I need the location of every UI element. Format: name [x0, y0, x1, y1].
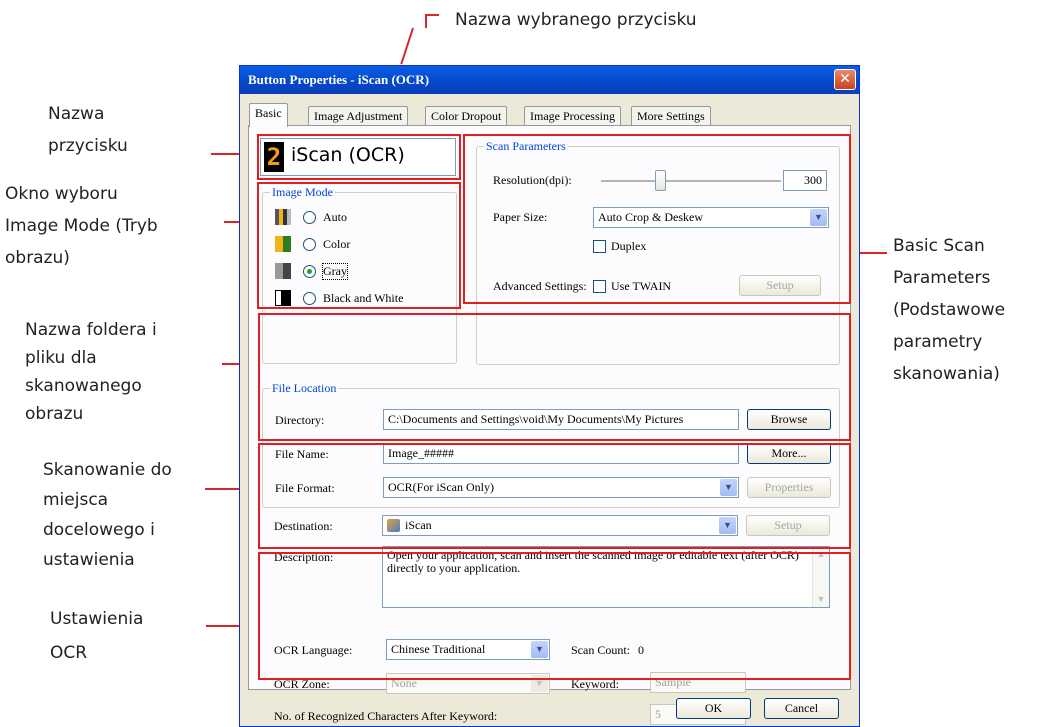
tab-image-processing[interactable]: Image Processing — [524, 106, 621, 126]
callout-destination: Skanowanie do miejsca docelowego i ustaw… — [43, 456, 172, 574]
callout-line: parametry — [893, 332, 983, 352]
callout-line: obrazu) — [5, 248, 70, 268]
callout-line: docelowego i — [43, 520, 155, 540]
tab-color-dropout[interactable]: Color Dropout — [425, 106, 508, 126]
callout-line: Nazwa foldera i — [25, 320, 157, 340]
callout-line: przycisku — [48, 136, 128, 156]
tab-more-settings[interactable]: More Settings — [631, 106, 711, 126]
highlight-ocr — [258, 552, 851, 680]
highlight-scan-parameters — [463, 134, 851, 304]
highlight-file-location — [258, 313, 851, 441]
callout-top-leader-diag — [400, 27, 414, 65]
recognized-chars-label: No. of Recognized Characters After Keywo… — [274, 709, 498, 723]
callout-line: OCR — [50, 643, 88, 663]
callout-line: pliku dla — [25, 348, 97, 368]
callout-line: Skanowanie do — [43, 460, 172, 480]
highlight-button-name — [257, 134, 461, 180]
callout-button-name: Nazwa przycisku — [48, 100, 128, 160]
callout-line: skanowanego — [25, 376, 142, 396]
callout-line: skanowania) — [893, 364, 1000, 384]
callout-image-mode: Okno wyboru Image Mode (Tryb obrazu) — [5, 180, 158, 272]
callout-line: Okno wyboru — [5, 184, 118, 204]
callout-top-leader — [425, 14, 439, 16]
window-title: Button Properties - iScan (OCR) — [248, 72, 430, 87]
cancel-button[interactable]: Cancel — [764, 698, 839, 719]
tab-basic[interactable]: Basic — [249, 103, 288, 127]
callout-ocr: Ustawienia OCR — [50, 605, 143, 667]
callout-top-leader-v — [425, 14, 427, 28]
highlight-destination — [258, 443, 851, 549]
callout-line: obrazu — [25, 404, 84, 424]
tab-image-adjustment[interactable]: Image Adjustment — [308, 106, 409, 126]
callout-top: Nazwa wybranego przycisku — [455, 10, 697, 30]
callout-folder: Nazwa foldera i pliku dla skanowanego ob… — [25, 316, 157, 428]
callout-line: Basic Scan — [893, 236, 985, 256]
callout-line: (Podstawowe — [893, 300, 1006, 320]
callout-line: Ustawienia — [50, 609, 144, 629]
close-icon[interactable]: ✕ — [834, 69, 856, 90]
callout-line: Parameters — [893, 268, 991, 288]
callout-line: Nazwa — [48, 104, 105, 124]
callout-basic-scan: Basic Scan Parameters (Podstawowe parame… — [893, 232, 1005, 388]
highlight-image-mode — [257, 182, 461, 309]
callout-line: Image Mode (Tryb — [5, 216, 158, 236]
callout-line: miejsca — [43, 490, 109, 510]
callout-line: ustawienia — [43, 550, 135, 570]
ok-button[interactable]: OK — [676, 698, 751, 719]
title-bar[interactable]: Button Properties - iScan (OCR) ✕ — [240, 66, 859, 94]
